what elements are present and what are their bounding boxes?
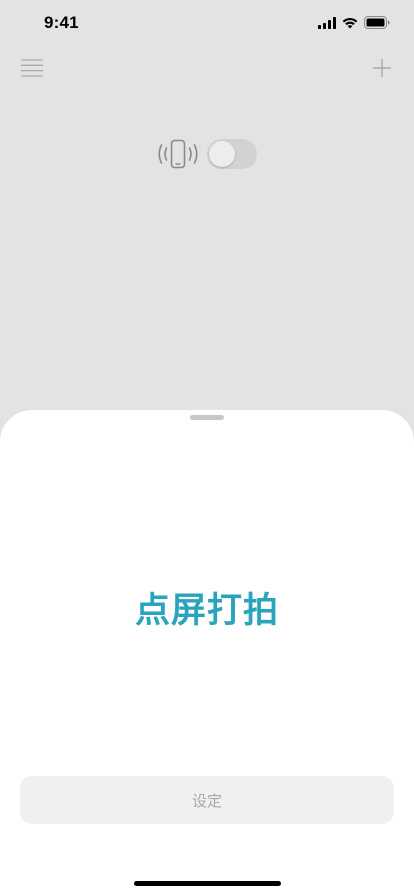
status-icons — [318, 15, 390, 31]
menu-icon — [21, 59, 43, 77]
status-bar: 9:41 — [0, 0, 414, 46]
vibration-row — [0, 136, 414, 172]
bottom-sheet: 点屏打拍 设定 — [0, 410, 414, 896]
signal-icon — [318, 14, 336, 33]
sheet-grabber[interactable] — [190, 415, 224, 420]
toggle-knob — [209, 141, 235, 167]
battery-icon — [364, 14, 390, 33]
tap-screen-label[interactable]: 点屏打拍 — [0, 582, 414, 633]
settings-button[interactable]: 设定 — [20, 776, 394, 824]
status-time: 9:41 — [44, 13, 79, 32]
wifi-icon — [342, 14, 358, 33]
add-button[interactable] — [364, 50, 400, 86]
phone-vibrate-icon — [158, 139, 198, 169]
plus-icon — [373, 59, 391, 77]
menu-button[interactable] — [14, 50, 50, 86]
vibration-toggle[interactable] — [207, 139, 257, 169]
top-bar — [0, 46, 414, 90]
home-indicator[interactable] — [134, 881, 281, 886]
